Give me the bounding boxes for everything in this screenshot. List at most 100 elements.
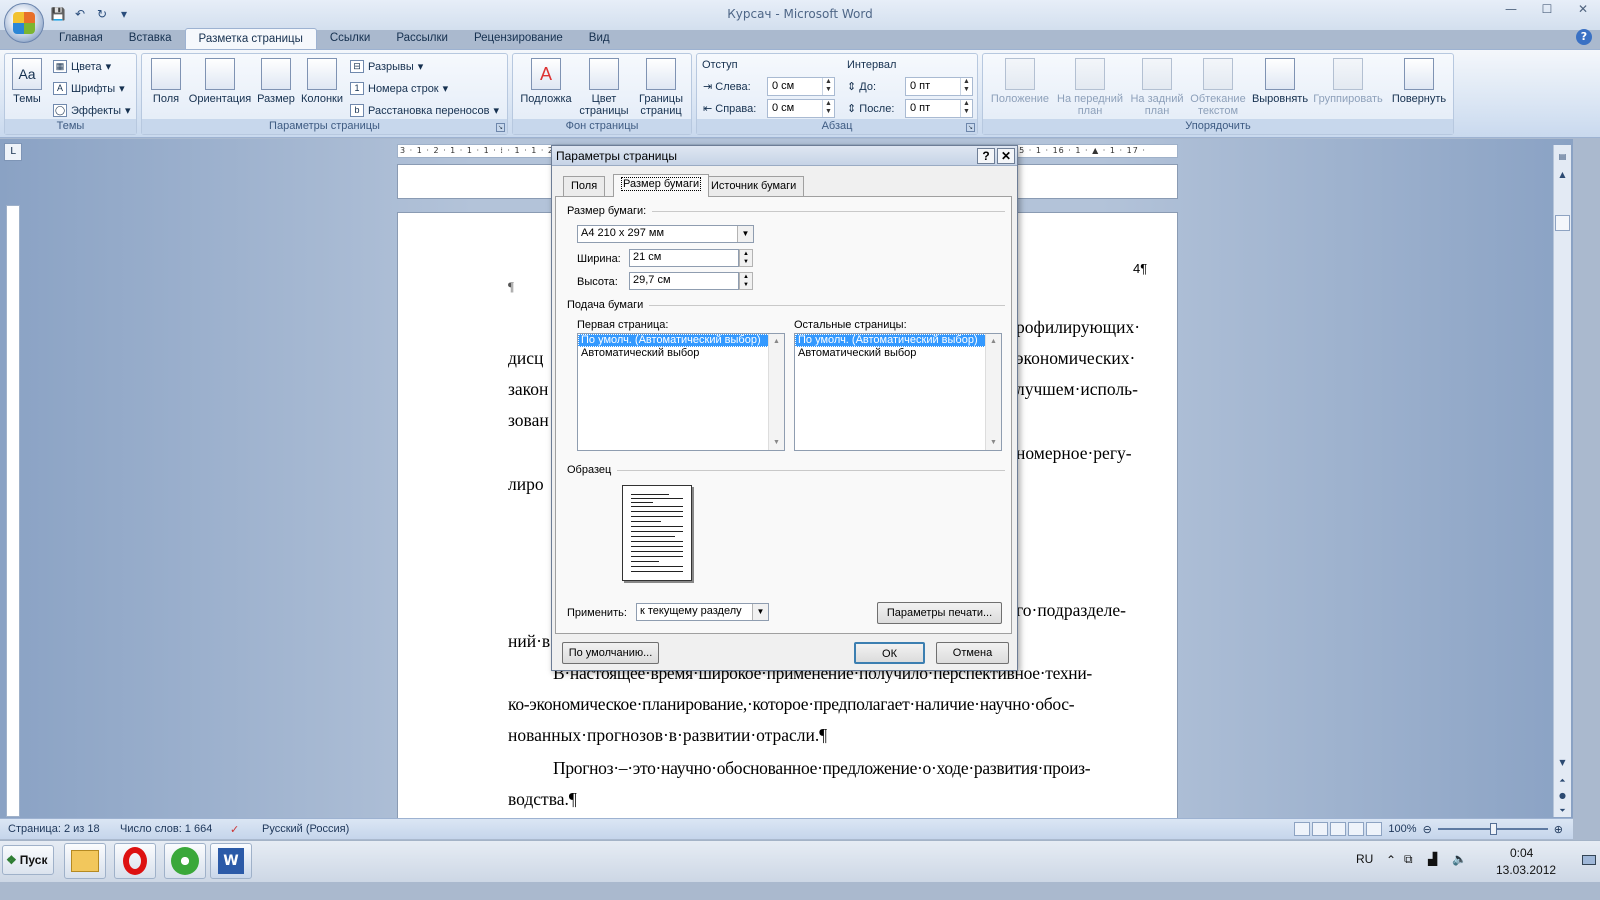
start-button[interactable]: ❖ Пуск — [2, 845, 54, 875]
vertical-ruler[interactable] — [6, 205, 20, 817]
scroll-thumb[interactable] — [1555, 215, 1570, 231]
clock-date[interactable]: 13.03.2012 — [1496, 863, 1556, 877]
size-button[interactable]: Размер — [256, 58, 296, 105]
ok-button[interactable]: ОК — [854, 642, 925, 664]
indent-left-spinner[interactable]: 0 см ▲ ▼ — [767, 77, 835, 96]
close-icon[interactable]: ✕ — [997, 148, 1015, 164]
fonts-button[interactable]: A Шрифты ▾ — [53, 82, 125, 95]
paragraph-launcher-icon[interactable]: ↘ — [966, 123, 975, 132]
scroll-up-icon[interactable]: ▲ — [1555, 167, 1570, 182]
list-item[interactable]: По умолч. (Автоматический выбор) — [795, 334, 1001, 347]
cancel-button[interactable]: Отмена — [936, 642, 1009, 664]
word-count[interactable]: Число слов: 1 664 — [120, 823, 212, 835]
page-color-button[interactable]: Цвет страницы — [577, 58, 631, 117]
tab-home[interactable]: Главная — [46, 28, 116, 50]
outline-view-icon[interactable] — [1348, 822, 1365, 836]
maximize-button[interactable]: ☐ — [1536, 2, 1558, 20]
hyphenation-button[interactable]: b Расстановка переносов ▾ — [350, 104, 499, 117]
scroll-down-icon[interactable]: ▼ — [1555, 755, 1570, 770]
device-icon[interactable]: ⧉ — [1404, 852, 1413, 867]
spinner-arrows-icon[interactable]: ▲ ▼ — [960, 100, 972, 117]
previous-page-icon[interactable]: ⏶ — [1555, 773, 1570, 788]
list-item[interactable]: Автоматический выбор — [795, 347, 1001, 360]
volume-icon[interactable]: 🔈 — [1452, 852, 1467, 866]
spelling-check-icon[interactable]: ✓ — [230, 823, 239, 836]
help-icon[interactable]: ? — [1576, 29, 1592, 45]
explorer-taskbar-button[interactable] — [64, 843, 106, 879]
effects-button[interactable]: ◯ Эффекты ▾ — [53, 104, 131, 117]
zoom-slider[interactable] — [1437, 823, 1548, 835]
print-layout-view-icon[interactable] — [1294, 822, 1311, 836]
tab-paper-source[interactable]: Источник бумаги — [703, 176, 805, 196]
list-item[interactable]: По умолч. (Автоматический выбор) — [578, 334, 784, 347]
opera-taskbar-button[interactable] — [114, 843, 156, 879]
position-button[interactable]: Положение — [987, 58, 1053, 105]
height-field[interactable]: 29,7 см — [629, 272, 739, 290]
next-page-icon[interactable]: ⏷ — [1555, 803, 1570, 818]
list-item[interactable]: Автоматический выбор — [578, 347, 784, 360]
page-borders-button[interactable]: Границы страниц — [633, 58, 689, 117]
tab-margins[interactable]: Поля — [563, 176, 606, 196]
bring-front-button[interactable]: На передний план — [1053, 58, 1127, 117]
width-field[interactable]: 21 см — [629, 249, 739, 267]
tab-stop-selector-icon[interactable]: L — [4, 143, 22, 161]
columns-button[interactable]: Колонки — [298, 58, 346, 105]
paper-size-select[interactable]: A4 210 x 297 мм ▼ — [577, 225, 754, 243]
zoom-out-icon[interactable]: ⊖ — [1423, 823, 1432, 836]
tab-references[interactable]: Ссылки — [317, 28, 384, 50]
browse-object-icon[interactable]: ● — [1555, 788, 1570, 803]
chevron-down-icon[interactable]: ▼ — [752, 604, 768, 620]
chevron-down-icon[interactable]: ▼ — [737, 226, 753, 242]
line-numbers-button[interactable]: 1 Номера строк ▾ — [350, 82, 448, 95]
page-count[interactable]: Страница: 2 из 18 — [8, 823, 100, 835]
vertical-scrollbar[interactable]: ▤ ▲ ▼ ⏶ ● ⏷ — [1553, 145, 1571, 817]
page-setup-launcher-icon[interactable]: ↘ — [496, 123, 505, 132]
close-window-button[interactable]: ✕ — [1572, 2, 1594, 20]
align-button[interactable]: Выровнять — [1249, 58, 1311, 105]
full-screen-view-icon[interactable] — [1312, 822, 1329, 836]
tab-review[interactable]: Рецензирование — [461, 28, 576, 50]
tab-insert[interactable]: Вставка — [116, 28, 185, 50]
clock-time[interactable]: 0:04 — [1510, 846, 1533, 860]
spacing-before-spinner[interactable]: 0 пт ▲ ▼ — [905, 77, 973, 96]
watermark-button[interactable]: A Подложка — [517, 58, 575, 105]
wrap-text-button[interactable]: Обтекание текстом — [1187, 58, 1249, 117]
set-default-button[interactable]: По умолчанию... — [562, 642, 659, 664]
scroll-up-icon[interactable]: ▲ — [986, 334, 1001, 349]
web-layout-view-icon[interactable] — [1330, 822, 1347, 836]
ruler-toggle-icon[interactable]: ▤ — [1555, 149, 1570, 164]
list-scrollbar[interactable]: ▲ ▼ — [985, 334, 1001, 450]
tab-mailings[interactable]: Рассылки — [383, 28, 461, 50]
indent-right-spinner[interactable]: 0 см ▲ ▼ — [767, 99, 835, 118]
show-desktop-icon[interactable] — [1582, 855, 1596, 865]
list-scrollbar[interactable]: ▲ ▼ — [768, 334, 784, 450]
network-app-taskbar-button[interactable] — [164, 843, 206, 879]
draft-view-icon[interactable] — [1366, 822, 1383, 836]
show-hidden-icons-icon[interactable]: ⌃ — [1386, 853, 1396, 867]
height-stepper-icon[interactable]: ▲ ▼ — [739, 272, 753, 290]
scroll-up-icon[interactable]: ▲ — [769, 334, 784, 349]
zoom-level[interactable]: 100% — [1388, 823, 1416, 835]
orientation-button[interactable]: Ориентация — [186, 58, 254, 105]
tab-paper-size[interactable]: Размер бумаги — [613, 174, 710, 197]
zoom-in-icon[interactable]: ⊕ — [1554, 823, 1563, 836]
word-taskbar-button[interactable]: W — [210, 843, 252, 879]
other-pages-list[interactable]: По умолч. (Автоматический выбор) Автомат… — [794, 333, 1002, 451]
spinner-arrows-icon[interactable]: ▲ ▼ — [822, 100, 834, 117]
language[interactable]: Русский (Россия) — [262, 823, 349, 835]
spinner-arrows-icon[interactable]: ▲ ▼ — [822, 78, 834, 95]
help-icon[interactable]: ? — [977, 148, 995, 164]
tab-page-layout[interactable]: Разметка страницы — [184, 28, 317, 50]
zoom-slider-thumb[interactable] — [1489, 823, 1497, 835]
print-options-button[interactable]: Параметры печати... — [877, 602, 1002, 624]
office-button[interactable] — [4, 3, 44, 43]
spacing-after-spinner[interactable]: 0 пт ▲ ▼ — [905, 99, 973, 118]
breaks-button[interactable]: ⊟ Разрывы ▾ — [350, 60, 423, 73]
send-back-button[interactable]: На задний план — [1127, 58, 1187, 117]
spinner-arrows-icon[interactable]: ▲ ▼ — [960, 78, 972, 95]
first-page-list[interactable]: По умолч. (Автоматический выбор) Автомат… — [577, 333, 785, 451]
scroll-down-icon[interactable]: ▼ — [986, 435, 1001, 450]
group-button[interactable]: Группировать — [1311, 58, 1385, 105]
width-stepper-icon[interactable]: ▲ ▼ — [739, 249, 753, 267]
scroll-down-icon[interactable]: ▼ — [769, 435, 784, 450]
